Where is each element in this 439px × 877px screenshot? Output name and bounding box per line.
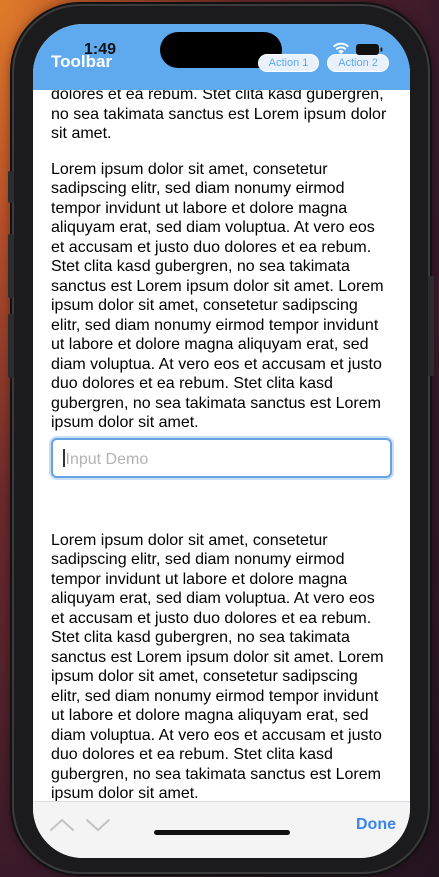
chevron-down-icon[interactable] [85, 818, 111, 832]
action-1-button[interactable]: Action 1 [258, 54, 319, 72]
text-paragraph-1: Lorem ipsum dolor sit amet, consetetur s… [51, 160, 384, 432]
toolbar: Toolbar 1:49 Action 1 Action 2 [33, 24, 410, 90]
action-2-button[interactable]: Action 2 [327, 54, 389, 72]
app-screen: dolores et ea rebum. Stet clita kasd gub… [33, 24, 410, 858]
wifi-icon [333, 42, 349, 54]
scroll-content[interactable]: dolores et ea rebum. Stet clita kasd gub… [51, 24, 391, 820]
status-time: 1:49 [84, 41, 117, 58]
text-paragraph-2: Lorem ipsum dolor sit amet, consetetur s… [51, 531, 384, 803]
home-indicator[interactable] [154, 830, 290, 835]
status-icons [333, 42, 391, 56]
mute-switch [8, 171, 14, 203]
done-button[interactable]: Done [356, 816, 396, 834]
volume-down-button [8, 314, 14, 378]
input-demo-field[interactable]: Input Demo [51, 438, 392, 478]
power-button [428, 276, 434, 376]
chevron-up-icon[interactable] [49, 818, 75, 832]
volume-up-button [8, 234, 14, 298]
text-paragraph-top: dolores et ea rebum. Stet clita kasd gub… [51, 86, 387, 142]
battery-icon [356, 44, 383, 55]
input-placeholder: Input Demo [65, 451, 149, 468]
text-caret [63, 449, 65, 467]
